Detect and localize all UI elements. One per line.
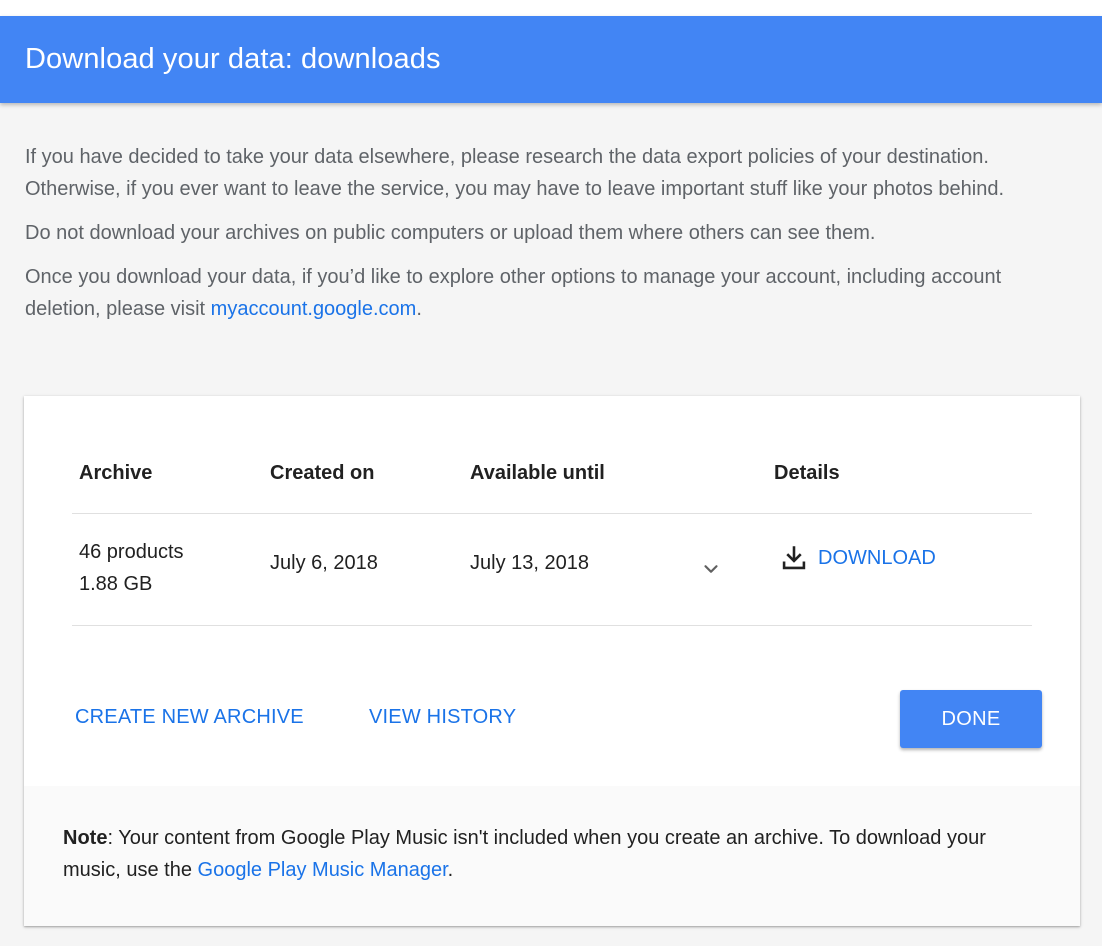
note-section: Note: Your content from Google Play Musi… (24, 786, 1080, 926)
done-button[interactable]: DONE (900, 690, 1042, 748)
card-actions: CREATE NEW ARCHIVE VIEW HISTORY DONE (24, 690, 1080, 748)
download-icon (782, 546, 806, 570)
view-history-button[interactable]: VIEW HISTORY (369, 706, 516, 729)
downloads-card: Archive Created on Available until Detai… (24, 396, 1080, 926)
available-until-cell: July 13, 2018 (470, 552, 589, 574)
note-period: . (447, 859, 454, 881)
archive-size: 1.88 GB (79, 573, 153, 595)
created-on-cell: July 6, 2018 (270, 552, 378, 574)
column-header-archive: Archive (79, 462, 153, 484)
google-play-music-manager-link[interactable]: Google Play Music Manager (198, 859, 448, 881)
archive-cell: 46 products 1.88 GB (79, 536, 184, 600)
intro-paragraph-export-policies: If you have decided to take your data el… (25, 146, 1005, 200)
archives-table: Archive Created on Available until Detai… (72, 396, 1032, 626)
create-new-archive-button[interactable]: CREATE NEW ARCHIVE (75, 706, 304, 729)
intro-account-text: Once you download your data, if you’d li… (25, 266, 1002, 320)
intro-text: If you have decided to take your data el… (0, 103, 1102, 325)
column-header-created-on: Created on (270, 462, 375, 484)
app-header: Download your data: downloads (0, 16, 1102, 103)
intro-account-period: . (416, 298, 422, 320)
intro-paragraph-public-computers: Do not download your archives on public … (25, 222, 876, 244)
note-label: Note (63, 827, 108, 849)
column-header-available-until: Available until (470, 462, 605, 484)
page: Download your data: downloads If you hav… (0, 0, 1102, 946)
column-header-details: Details (774, 462, 840, 484)
chevron-down-icon[interactable] (700, 558, 722, 580)
myaccount-link[interactable]: myaccount.google.com (211, 298, 417, 320)
download-button[interactable]: DOWNLOAD (780, 544, 936, 572)
table-row: 46 products 1.88 GB July 6, 2018 July 13… (72, 514, 1032, 626)
table-header-row: Archive Created on Available until Detai… (72, 396, 1032, 514)
top-strip (0, 0, 1102, 16)
archive-product-count: 46 products (79, 541, 184, 563)
intro-paragraph-account: Once you download your data, if you’d li… (25, 261, 1062, 325)
download-button-label: DOWNLOAD (818, 546, 936, 569)
page-title: Download your data: downloads (25, 43, 441, 75)
